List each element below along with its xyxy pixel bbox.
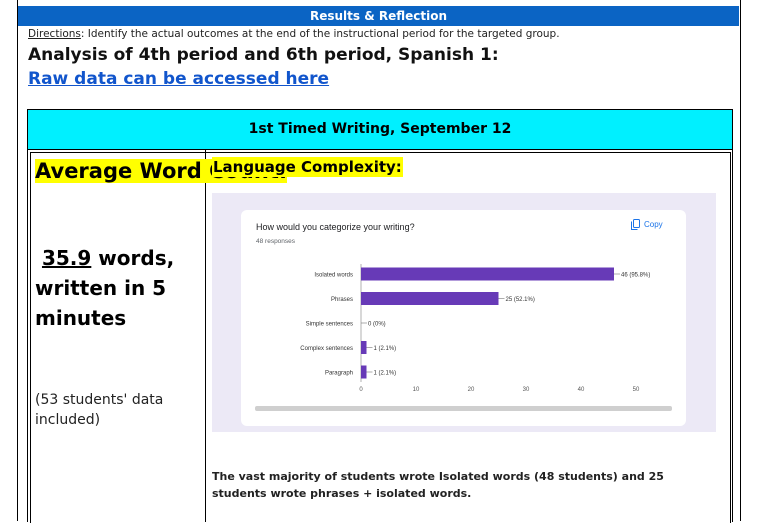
x-tick-label: 20 [468, 387, 475, 393]
horizontal-scrollbar[interactable] [255, 406, 672, 411]
data-label: 0 (0%) [368, 322, 386, 328]
chart-bar [361, 267, 614, 281]
x-tick-label: 40 [578, 387, 585, 393]
chart-bar [361, 365, 367, 379]
data-label: 46 (95.8%) [621, 273, 650, 279]
category-label: Isolated words [314, 273, 353, 279]
x-tick-label: 30 [523, 387, 530, 393]
summary-text: The vast majority of students wrote Isol… [212, 470, 664, 500]
category-label: Phrases [331, 297, 353, 303]
data-label: 1 (2.1%) [374, 346, 397, 352]
category-label: Simple sentences [306, 322, 353, 328]
x-tick-label: 10 [413, 387, 420, 393]
chart-bar [361, 292, 499, 305]
category-label: Paragraph [325, 371, 353, 377]
category-label: Complex sentences [300, 346, 353, 352]
chart-bar [361, 341, 367, 354]
language-complexity-chart: Isolated words 46 (95.8%) Phrases 25 (52.1%… [300, 264, 650, 393]
data-label: 25 (52.1%) [506, 297, 535, 303]
data-label: 1 (2.1%) [374, 371, 397, 377]
x-tick-label: 50 [633, 387, 640, 393]
x-tick-label: 0 [359, 387, 363, 393]
